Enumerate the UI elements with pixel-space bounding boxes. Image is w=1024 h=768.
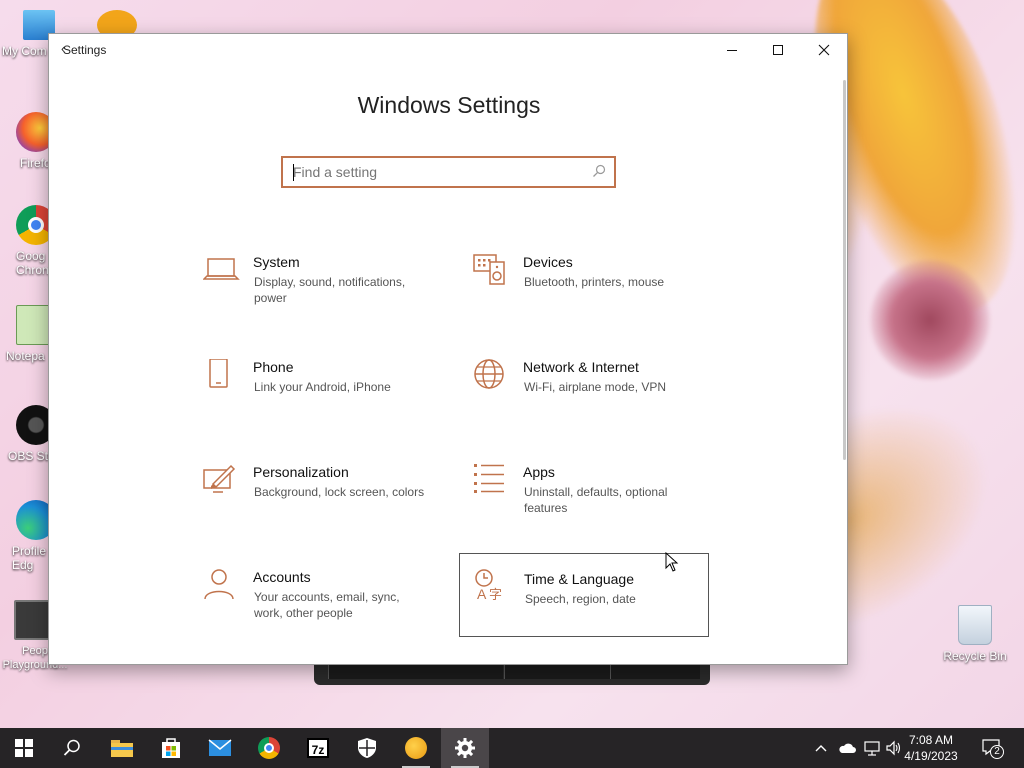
category-phone[interactable]: Phone Link your Android, iPhone — [203, 358, 453, 443]
chrome-icon — [258, 737, 280, 759]
minimize-icon — [727, 50, 737, 51]
onedrive-button[interactable] — [838, 728, 856, 768]
taskbar-store[interactable] — [147, 728, 195, 768]
close-button[interactable] — [801, 34, 847, 66]
store-icon — [162, 738, 180, 758]
taskbar-search-button[interactable] — [48, 728, 96, 768]
search-icon — [63, 739, 80, 756]
page-title: Windows Settings — [357, 92, 541, 118]
category-description: Bluetooth, printers, mouse — [524, 275, 665, 289]
category-name: Devices — [523, 254, 573, 270]
window-title: Settings — [63, 43, 107, 57]
category-name: Network & Internet — [523, 359, 639, 375]
taskbar-settings[interactable] — [441, 728, 489, 768]
start-button[interactable] — [0, 728, 48, 768]
category-accounts[interactable]: Accounts Your accounts, email, sync, wor… — [203, 569, 453, 653]
phone-icon — [203, 358, 243, 399]
text-caret — [293, 164, 294, 181]
category-description: Your accounts, email, sync, work, other … — [254, 590, 400, 620]
clock-time: 7:08 AM — [908, 733, 954, 747]
notification-count-badge: 2 — [990, 745, 1004, 759]
people-playground-icon — [405, 737, 427, 759]
notification-icon: 2 — [982, 738, 1004, 759]
settings-window: ‹ Settings Windows Settings System Displ… — [48, 33, 848, 665]
recycle-bin-icon — [958, 605, 992, 645]
file-explorer-icon — [111, 740, 133, 757]
category-devices[interactable]: Devices Bluetooth, printers, mouse — [473, 254, 723, 338]
svg-text:字: 字 — [489, 588, 502, 603]
personalization-icon — [203, 464, 243, 504]
security-icon — [358, 738, 376, 758]
category-description: Uninstall, defaults, optional features — [524, 485, 668, 515]
person-icon — [203, 569, 243, 609]
taskbar: 7z 7:08 AM 4/19/2023 2 — [0, 728, 1024, 768]
category-description: Speech, region, date — [525, 592, 636, 606]
category-description: Link your Android, iPhone — [254, 380, 391, 394]
maximize-icon — [773, 45, 783, 55]
category-name: Apps — [523, 464, 555, 480]
network-button[interactable] — [863, 728, 881, 768]
category-name: System — [253, 254, 300, 270]
category-description: Display, sound, notifications, power — [254, 275, 406, 305]
start-icon — [15, 739, 33, 757]
clock-date: 4/19/2023 — [904, 749, 958, 763]
action-center-button[interactable]: 2 — [982, 728, 1004, 768]
cloud-icon — [839, 743, 856, 753]
close-icon — [818, 44, 830, 56]
laptop-icon — [202, 254, 243, 294]
category-system[interactable]: System Display, sound, notifications, po… — [202, 254, 453, 338]
taskbar-file-explorer[interactable] — [98, 728, 146, 768]
category-apps[interactable]: Apps Uninstall, defaults, optional featu… — [473, 464, 723, 548]
taskbar-7zip[interactable]: 7z — [294, 728, 342, 768]
minimize-button[interactable] — [709, 34, 755, 66]
category-name: Phone — [253, 359, 294, 375]
title-bar[interactable]: ‹ Settings — [49, 34, 847, 66]
taskbar-security[interactable] — [343, 728, 391, 768]
category-name: Personalization — [253, 464, 349, 480]
network-icon — [864, 741, 880, 756]
mail-icon — [208, 739, 232, 756]
search-input[interactable] — [293, 162, 583, 182]
svg-text:A: A — [477, 586, 487, 602]
7zip-icon: 7z — [307, 738, 329, 758]
settings-icon — [455, 738, 475, 758]
devices-icon — [473, 254, 513, 294]
mouse-cursor-icon — [665, 552, 679, 572]
maximize-button[interactable] — [755, 34, 801, 66]
search-box[interactable] — [281, 156, 616, 188]
clock[interactable]: 7:08 AM 4/19/2023 — [896, 732, 966, 764]
time-language-icon: A字 — [474, 569, 514, 609]
desktop-icon-recycle-bin[interactable]: Recycle Bin — [940, 605, 1010, 663]
wallpaper-petal — [870, 260, 990, 380]
show-hidden-icons-button[interactable] — [814, 728, 828, 768]
category-description: Wi-Fi, airplane mode, VPN — [524, 380, 667, 394]
taskbar-chrome[interactable] — [245, 728, 293, 768]
taskbar-mail[interactable] — [196, 728, 244, 768]
category-name: Accounts — [253, 569, 311, 585]
chevron-up-icon — [815, 745, 827, 752]
apps-list-icon — [473, 464, 513, 504]
category-name: Time & Language — [524, 571, 634, 587]
category-network-internet[interactable]: Network & Internet Wi-Fi, airplane mode,… — [473, 359, 723, 443]
category-personalization[interactable]: Personalization Background, lock screen,… — [203, 464, 453, 548]
category-description: Background, lock screen, colors — [254, 485, 425, 499]
scrollbar[interactable] — [843, 80, 846, 460]
search-icon[interactable] — [592, 164, 606, 183]
taskbar-people-playground[interactable] — [392, 728, 440, 768]
globe-icon — [473, 359, 513, 399]
